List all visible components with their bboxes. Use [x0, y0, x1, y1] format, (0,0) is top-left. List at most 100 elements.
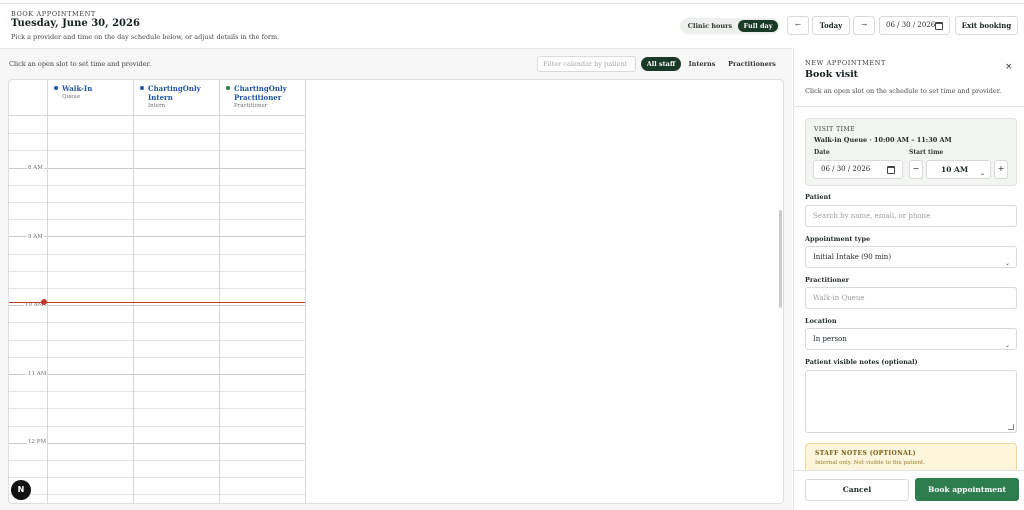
column-divider — [133, 80, 134, 503]
patient-label: Patient — [805, 193, 832, 201]
panel-kicker: NEW APPOINTMENT — [805, 59, 886, 67]
tab-all-staff[interactable]: All staff — [641, 57, 681, 71]
provider-name: Walk-In — [62, 84, 93, 93]
time-label-9am: 9 AM — [27, 234, 44, 240]
resize-grip-icon[interactable] — [1008, 424, 1014, 430]
slot-row-line — [9, 322, 305, 323]
today-button[interactable]: Today — [812, 16, 850, 35]
start-time-label: Start time — [909, 149, 944, 156]
visit-time-summary: Walk-in Queue · 10:00 AM – 11:30 AM — [814, 136, 952, 144]
column-divider — [219, 80, 220, 503]
schedule-column-headers: Walk-In Queue ChartingOnly Intern Intern… — [9, 80, 305, 116]
day-schedule-grid: Walk-In Queue ChartingOnly Intern Intern… — [8, 79, 784, 504]
visit-time-card: VISIT TIME Walk-in Queue · 10:00 AM – 11… — [805, 118, 1017, 186]
calendar-icon[interactable] — [887, 166, 895, 174]
panel-footer: Cancel Book appointment — [794, 470, 1024, 510]
slot-row-line — [9, 443, 305, 444]
slot-row-line — [9, 305, 305, 306]
time-label-12pm: 12 PM — [27, 439, 48, 445]
column-header-intern[interactable]: ChartingOnly Intern Intern — [133, 80, 219, 116]
dev-tools-badge[interactable]: N — [11, 480, 31, 500]
practitioner-label: Practitioner — [805, 276, 850, 284]
start-time-decrement-button[interactable]: − — [909, 160, 923, 179]
header-date-input[interactable]: 06 / 30 / 2026 — [879, 16, 950, 35]
schedule-scrollbar[interactable] — [779, 210, 782, 308]
slot-row-line — [9, 357, 305, 358]
start-time-increment-button[interactable]: + — [994, 160, 1008, 179]
book-appointment-button[interactable]: Book appointment — [915, 478, 1019, 501]
schedule-hint: Click an open slot to set time and provi… — [9, 60, 151, 68]
slot-row-line — [9, 271, 305, 272]
time-label-8am: 8 AM — [27, 165, 44, 171]
patient-notes-label: Patient visible notes (optional) — [805, 358, 918, 366]
panel-title: Book visit — [805, 69, 859, 80]
provider-name: ChartingOnly Intern — [148, 84, 201, 102]
visit-date-value: 06 / 30 / 2026 — [821, 165, 871, 173]
page-kicker: BOOK APPOINTMENT — [11, 10, 96, 18]
column-header-practitioner[interactable]: ChartingOnly Practitioner Practitioner — [219, 80, 305, 116]
provider-name: ChartingOnly Practitioner — [234, 84, 287, 102]
start-time-value: 10 AM — [941, 165, 969, 174]
calendar-filter-input[interactable] — [537, 56, 636, 72]
slot-row-line — [9, 185, 305, 186]
staff-notes-subtitle: Internal only. Not visible to the patien… — [815, 460, 925, 466]
current-time-line — [9, 302, 305, 303]
slot-row-line — [9, 477, 305, 478]
chevron-down-icon: ⌄ — [1004, 260, 1010, 267]
location-value: In person — [813, 335, 847, 343]
cancel-button[interactable]: Cancel — [805, 479, 909, 501]
panel-divider — [794, 106, 1024, 107]
page-subtitle: Pick a provider and time on the day sche… — [11, 33, 280, 41]
visit-date-input[interactable]: 06 / 30 / 2026 — [813, 160, 903, 179]
column-divider — [47, 80, 48, 503]
start-time-select[interactable]: 10 AM ⌄ — [926, 160, 991, 179]
slot-row-line — [9, 202, 305, 203]
booking-panel: NEW APPOINTMENT Book visit × Click an op… — [793, 48, 1024, 510]
slot-row-line — [9, 374, 305, 375]
calendar-icon[interactable] — [935, 22, 943, 30]
visit-time-kicker: VISIT TIME — [814, 126, 855, 133]
slot-row-line — [9, 168, 305, 169]
close-icon[interactable]: × — [1005, 62, 1013, 72]
appointment-type-label: Appointment type — [805, 235, 871, 243]
clinic-hours-toggle[interactable]: Clinic hours — [683, 20, 737, 32]
provider-dot — [226, 86, 230, 90]
tab-practitioners[interactable]: Practitioners — [723, 57, 781, 71]
slot-row-line — [9, 254, 305, 255]
exit-booking-button[interactable]: Exit booking — [955, 16, 1018, 35]
chevron-down-icon: ⌄ — [979, 170, 985, 177]
column-divider — [305, 80, 306, 503]
header-date-value: 06 / 30 / 2026 — [886, 21, 936, 29]
slot-row-line — [9, 219, 305, 220]
provider-role: Queue — [62, 94, 81, 100]
staff-notes-title: STAFF NOTES (OPTIONAL) — [815, 450, 916, 457]
next-day-button[interactable]: → — [853, 16, 875, 35]
tab-interns[interactable]: Interns — [684, 57, 720, 71]
slot-row-line — [9, 288, 305, 289]
slot-row-line — [9, 391, 305, 392]
date-label: Date — [814, 149, 830, 156]
slot-row-line — [9, 426, 305, 427]
provider-role: Intern — [148, 103, 166, 109]
slot-row-line — [9, 236, 305, 237]
current-time-dot — [41, 299, 47, 305]
slot-row-line — [9, 408, 305, 409]
provider-role: Practitioner — [234, 103, 268, 109]
time-label-11am: 11 AM — [27, 371, 48, 377]
provider-dot — [140, 86, 144, 90]
slot-row-line — [9, 133, 305, 134]
column-header-walk-in[interactable]: Walk-In Queue — [47, 80, 133, 116]
full-day-toggle[interactable]: Full day — [738, 20, 778, 32]
chevron-down-icon: ⌄ — [1004, 342, 1010, 349]
panel-subtitle: Click an open slot on the schedule to se… — [805, 87, 1002, 95]
patient-search-input[interactable] — [805, 205, 1017, 227]
slot-row-line — [9, 340, 305, 341]
appointment-type-select[interactable]: Initial Intake (90 min) ⌄ — [805, 246, 1017, 268]
practitioner-input[interactable] — [805, 287, 1017, 309]
location-select[interactable]: In person ⌄ — [805, 328, 1017, 350]
location-label: Location — [805, 317, 837, 325]
patient-notes-textarea[interactable] — [805, 370, 1017, 433]
previous-day-button[interactable]: ← — [787, 16, 809, 35]
slot-row-line — [9, 494, 305, 495]
view-toggle: Clinic hours Full day — [680, 18, 780, 34]
